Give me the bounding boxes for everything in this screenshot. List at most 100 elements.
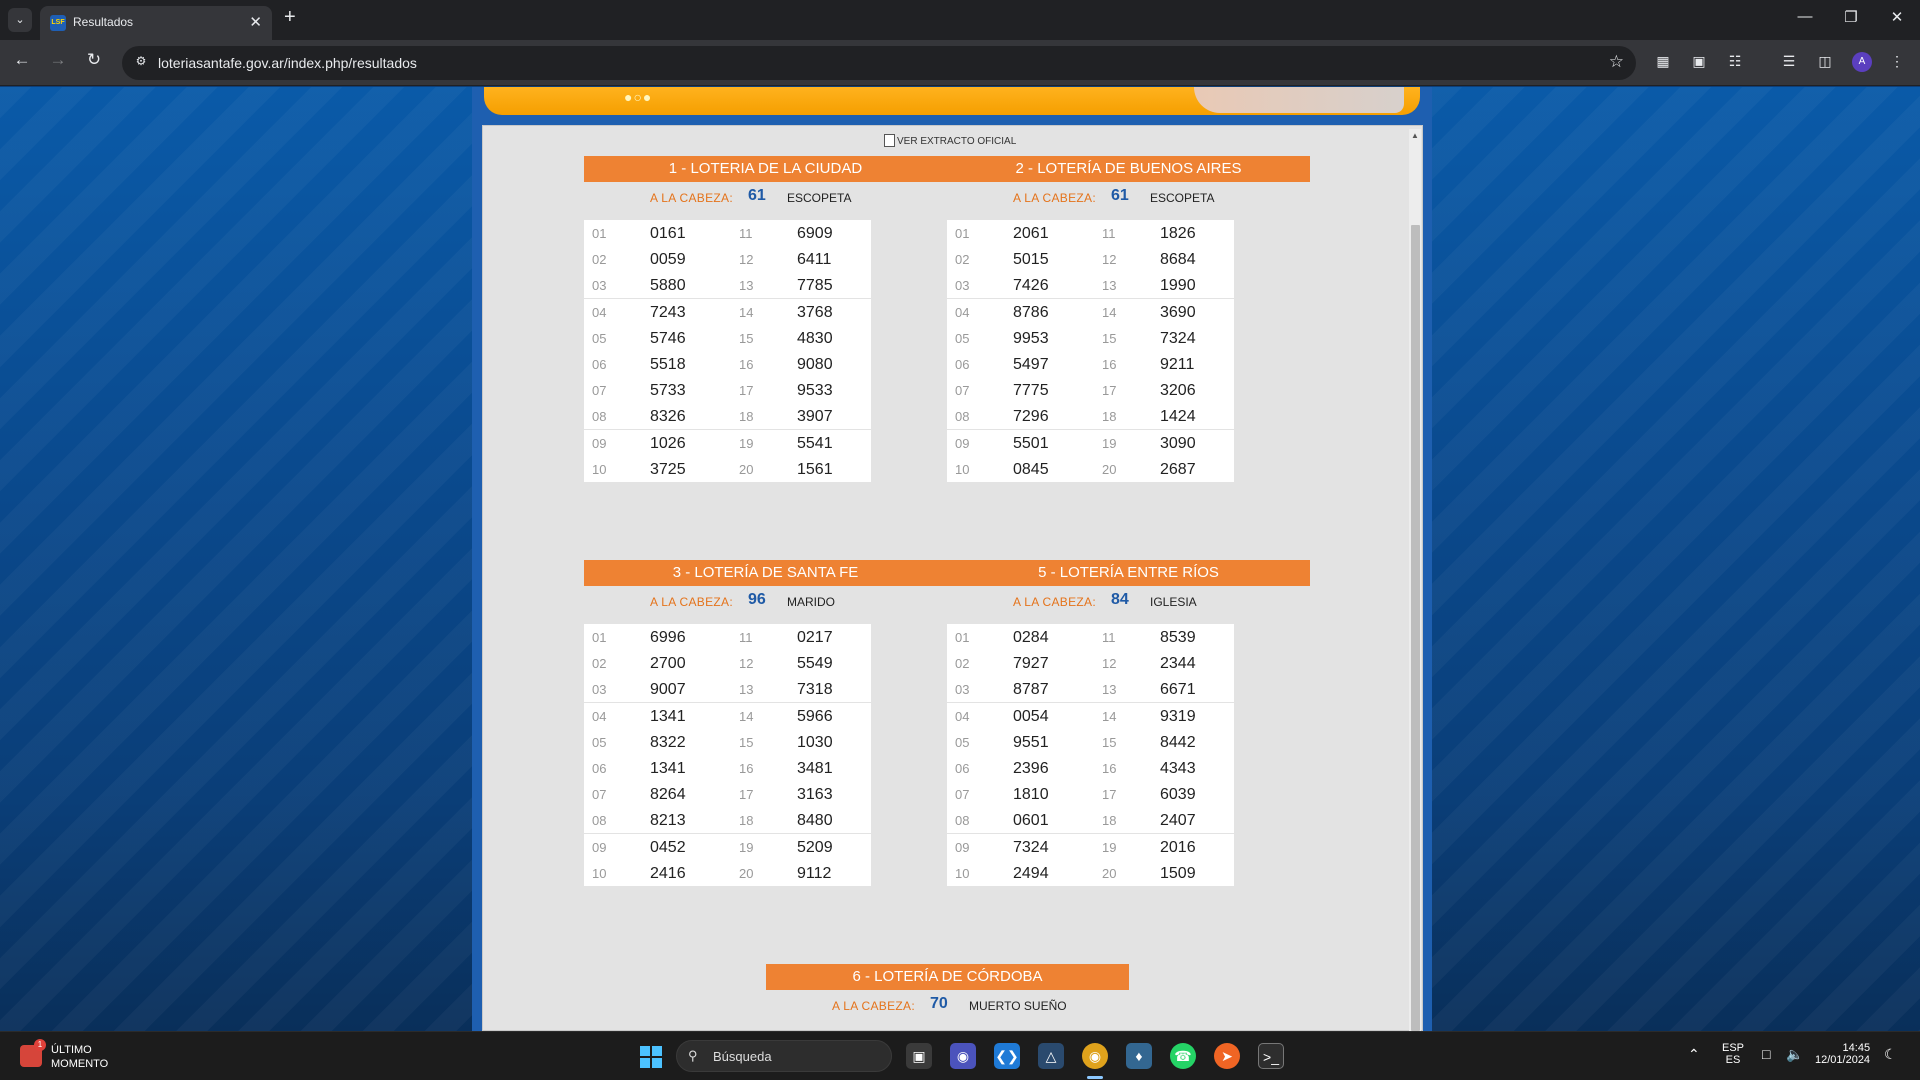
site-info-icon[interactable]: ⚙ (132, 54, 150, 72)
tray-chevron-icon[interactable]: ⌃ (1688, 1046, 1700, 1063)
result-number: 5497 (1013, 356, 1049, 373)
address-bar[interactable]: ⚙ loteriasantafe.gov.ar/index.php/result… (122, 46, 1636, 80)
cabeza-number: 61 (748, 187, 766, 204)
result-cell: 17 9533 (731, 377, 871, 404)
result-position: 07 (955, 383, 970, 399)
result-number: 3725 (650, 460, 686, 478)
result-number: 8442 (1160, 733, 1196, 751)
bookmark-star-icon[interactable]: ☆ (1609, 52, 1624, 72)
result-position: 12 (1102, 656, 1117, 672)
result-number: 3907 (797, 408, 833, 426)
result-cell: 13 7785 (731, 272, 871, 299)
result-cell: 13 7318 (731, 676, 871, 703)
result-position: 02 (592, 252, 607, 268)
result-position: 09 (592, 435, 607, 451)
result-number: 7296 (1013, 408, 1049, 426)
result-number: 3481 (797, 760, 833, 777)
clock[interactable]: 14:45 12/01/2024 (1815, 1042, 1870, 1066)
result-number: 1030 (797, 733, 833, 751)
extensions-puzzle-icon[interactable]: ☷ (1724, 50, 1746, 72)
result-number: 2416 (650, 864, 686, 882)
profile-avatar[interactable]: A (1852, 52, 1872, 72)
result-number: 1990 (1160, 277, 1196, 295)
minimize-icon[interactable]: — (1790, 8, 1820, 25)
result-number: 0054 (1013, 707, 1049, 725)
postman-icon[interactable]: ➤ (1214, 1043, 1240, 1069)
result-position: 02 (955, 656, 970, 672)
language-indicator[interactable]: ESP ES (1722, 1042, 1744, 1066)
translate-extension-icon[interactable]: ▦ (1652, 50, 1674, 72)
new-tab-button[interactable]: + (284, 6, 296, 29)
close-window-icon[interactable]: ✕ (1882, 8, 1912, 26)
result-number: 7785 (797, 277, 833, 295)
whatsapp-icon[interactable]: ☎ (1170, 1043, 1196, 1069)
cabeza-label: A LA CABEZA: (832, 999, 915, 1013)
close-tab-icon[interactable]: ✕ (249, 13, 262, 31)
result-number: 6411 (797, 251, 832, 269)
result-position: 13 (739, 682, 754, 698)
lottery-block: 6 - LOTERÍA DE CÓRDOBA A LA CABEZA: 70 M… (766, 964, 1129, 1020)
results-grid: 01 2061 02 5015 03 7426 04 8786 05 9953 06 5497 07 77… (947, 220, 1310, 484)
postgres-icon[interactable]: ♦ (1126, 1043, 1152, 1069)
volume-icon[interactable]: 🔈 (1786, 1046, 1803, 1063)
result-position: 17 (739, 787, 754, 803)
forward-arrow-icon[interactable]: → (46, 50, 70, 70)
result-cell: 16 4343 (1094, 755, 1234, 781)
panel-scroll-thumb[interactable] (1411, 225, 1420, 1031)
result-cell: 17 3163 (731, 781, 871, 808)
result-position: 01 (592, 630, 607, 645)
task-view-icon[interactable]: ▣ (906, 1043, 932, 1069)
result-position: 16 (1102, 761, 1117, 776)
tab-strip: ⌄ LSF Resultados ✕ + — ❐ ✕ (0, 0, 1920, 40)
result-number: 2407 (1160, 812, 1196, 830)
cabeza-word: MUERTO SUEÑO (969, 999, 1067, 1013)
back-arrow-icon[interactable]: ← (10, 50, 34, 70)
news-widget[interactable]: 1 ÚLTIMO MOMENTO (20, 1039, 130, 1072)
result-position: 08 (592, 813, 607, 829)
result-number: 9080 (797, 356, 833, 373)
notification-moon-icon[interactable]: ☾ (1884, 1046, 1897, 1063)
result-number: 8684 (1160, 251, 1196, 269)
side-panel-icon[interactable]: ◫ (1814, 50, 1836, 72)
lottery-title: 1 - LOTERIA DE LA CIUDAD (584, 156, 947, 182)
result-position: 14 (739, 708, 754, 724)
result-position: 15 (739, 734, 754, 750)
reload-icon[interactable]: ↻ (82, 50, 106, 70)
result-cell: 13 6671 (1094, 676, 1234, 703)
result-number: 0452 (650, 838, 686, 856)
search-placeholder[interactable]: Búsqueda (713, 1049, 772, 1064)
result-number: 6996 (650, 629, 686, 646)
result-position: 19 (1102, 839, 1117, 855)
network-icon[interactable]: □ (1762, 1046, 1770, 1062)
result-number: 1810 (1013, 786, 1049, 804)
official-extract-label[interactable]: VER EXTRACTO OFICIAL (897, 136, 1016, 147)
result-position: 09 (955, 839, 970, 855)
result-number: 7324 (1160, 329, 1196, 347)
windows-start-icon[interactable] (640, 1046, 662, 1068)
teams-icon[interactable]: ◉ (950, 1043, 976, 1069)
scroll-up-arrow-icon[interactable]: ▲ (1409, 129, 1421, 143)
result-number: 7324 (1013, 838, 1049, 856)
chrome-icon[interactable]: ◉ (1082, 1043, 1108, 1069)
result-position: 06 (592, 761, 607, 776)
news-title: ÚLTIMO (51, 1044, 92, 1056)
vscode-icon[interactable]: ❮❯ (994, 1043, 1020, 1069)
terminal-icon[interactable]: >_ (1258, 1043, 1284, 1069)
browser-tab[interactable]: LSF Resultados ✕ (40, 6, 272, 40)
result-number: 2061 (1013, 225, 1049, 242)
result-number: 6039 (1160, 786, 1196, 804)
taskbar-search[interactable]: ⚲ Búsqueda (676, 1040, 892, 1072)
notes-extension-icon[interactable]: ▣ (1688, 50, 1710, 72)
media-queue-icon[interactable]: ☰ (1778, 50, 1800, 72)
result-position: 10 (592, 865, 607, 881)
tab-search-button[interactable]: ⌄ (8, 8, 32, 32)
lottery-block: 1 - LOTERIA DE LA CIUDAD A LA CABEZA: 61… (584, 156, 947, 482)
browser-menu-icon[interactable]: ⋮ (1886, 50, 1908, 72)
result-cell: 15 8442 (1094, 728, 1234, 755)
result-position: 01 (955, 226, 970, 241)
official-extract-link[interactable]: VER EXTRACTO OFICIAL (884, 134, 1016, 148)
restore-icon[interactable]: ❐ (1836, 8, 1866, 26)
url-text[interactable]: loteriasantafe.gov.ar/index.php/resultad… (158, 55, 417, 71)
server-manager-icon[interactable]: △ (1038, 1043, 1064, 1069)
lottery-block: 3 - LOTERÍA DE SANTA FE A LA CABEZA: 96 … (584, 560, 947, 886)
